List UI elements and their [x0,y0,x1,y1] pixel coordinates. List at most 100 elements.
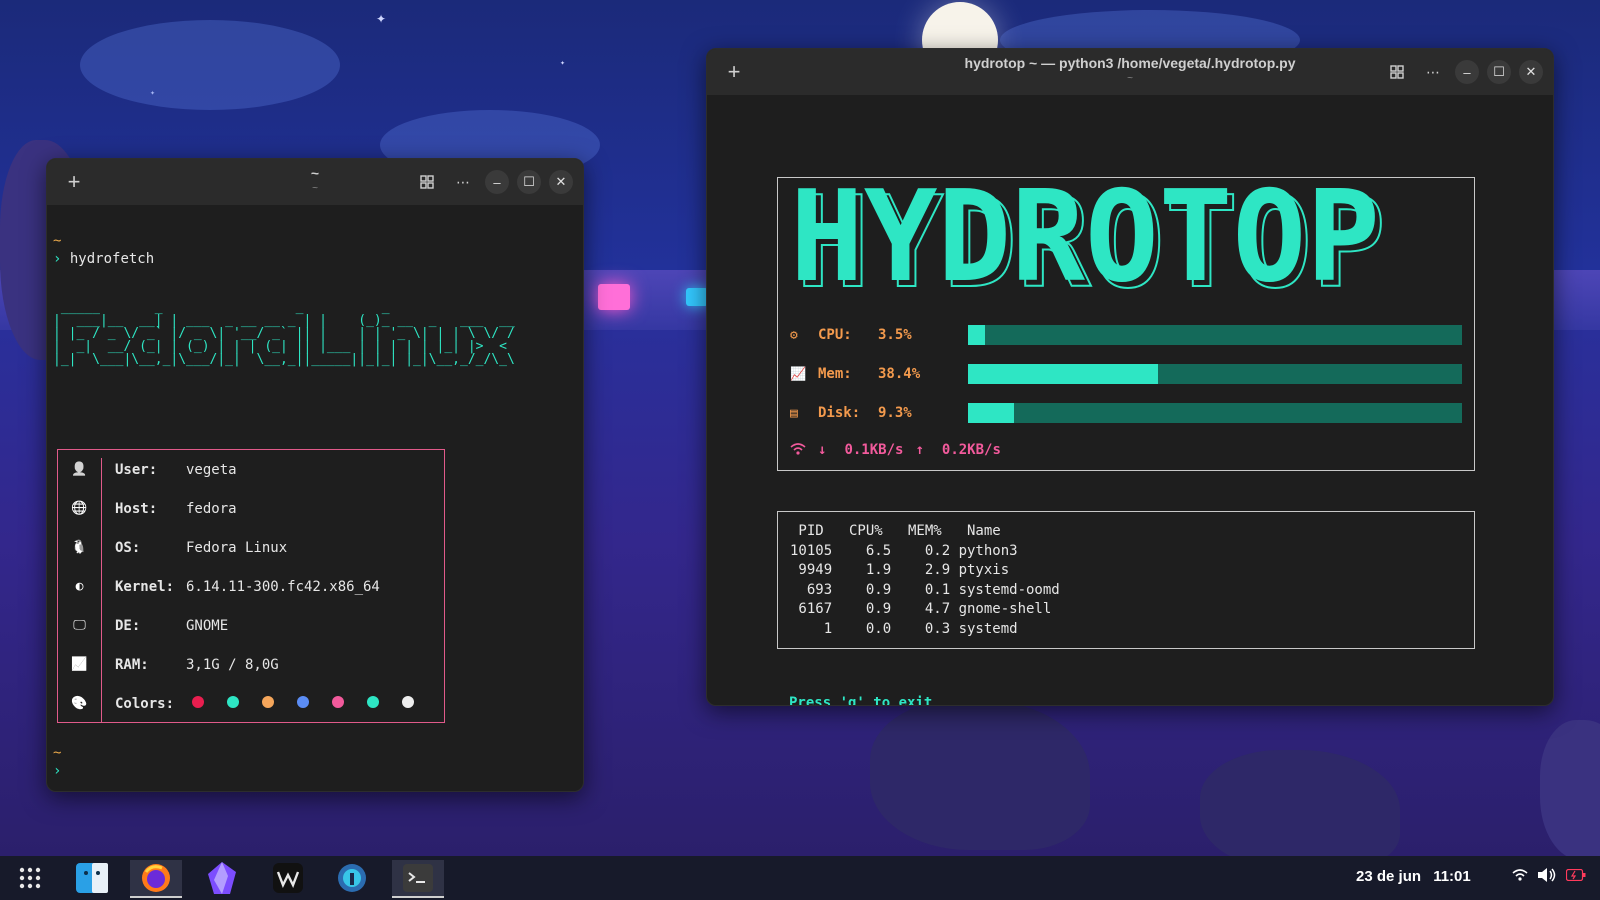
metric-row: 📈 Mem: 38.4% [790,363,1462,385]
info-key: Host: [115,500,158,517]
files-icon[interactable] [66,860,118,896]
color-dot [402,695,414,708]
color-dot [332,695,344,708]
info-key: Colors: [115,695,175,712]
titlebar[interactable]: + hydrotop ~ — python3 /home/vegeta/.hyd… [707,49,1553,95]
date-label: 23 de jun [1356,868,1422,885]
app-grid-icon[interactable] [4,860,56,896]
titlebar[interactable]: + ~ ~ ⋯ – ☐ ✕ [47,159,583,205]
close-button[interactable]: ✕ [1519,60,1543,84]
hydrofetch-terminal-window[interactable]: + ~ ~ ⋯ – ☐ ✕ ~ › hydrofetch _____ _ _ _… [46,158,584,792]
linux-icon: 🐧 [71,540,88,555]
info-row: 🌐 Host: fedora [58,489,444,528]
tab-overview-icon[interactable] [1383,58,1411,86]
usage-bar-fill [968,364,1158,384]
wifi-status-icon[interactable] [1512,868,1528,885]
rock [1200,750,1400,870]
logo-text: HYDROTOP [790,182,1380,298]
monitor-icon: 🖵 [73,618,86,633]
info-value: 6.14.11-300.fc42.x86_64 [186,578,380,595]
command-text: hydrofetch [69,251,155,267]
chart-icon: 📈 [71,657,88,672]
star: ✦ [376,12,387,26]
info-key: OS: [115,539,141,556]
hydrotop-header-box: HYDROTOP HYDROTOP ⚙ CPU: 3.5% 📈 Mem: 38.4% ▤ Di… [777,177,1475,471]
info-key: RAM: [115,656,149,673]
clock[interactable]: 23 de jun 11:01 [1356,868,1471,885]
info-row: 🖵 DE: GNOME [58,606,444,645]
info-value: vegeta [186,461,237,478]
metric-label: Mem: [818,366,852,382]
volume-icon[interactable] [1538,868,1556,885]
flatseal-icon[interactable] [326,860,378,896]
metric-row: ⚙ CPU: 3.5% [790,324,1462,346]
process-table-box: PID CPU% MEM% Name 10105 6.5 0.2 python3… [777,511,1475,649]
neon-sign-blue [686,288,708,306]
usage-bar [968,403,1462,423]
user-icon: 👤 [71,462,88,477]
cpu-icon: ⚙ [790,327,798,343]
menu-icon[interactable]: ⋯ [1419,58,1447,86]
download-arrow: ↓ [818,442,827,458]
terminal-content[interactable]: ~ › hydrofetch _____ _ _ _ | ___|__ __| … [47,205,583,791]
color-swatches [192,695,437,712]
rock [870,700,1090,850]
hydrotop-logo: HYDROTOP HYDROTOP [790,182,1387,298]
minimize-button[interactable]: – [1455,60,1479,84]
terminal-content[interactable]: HYDROTOP HYDROTOP ⚙ CPU: 3.5% 📈 Mem: 38.4% ▤ Di… [707,95,1553,705]
globe-icon: 🌐 [71,501,88,516]
palette-icon: 🎨 [71,696,88,711]
kernel-icon: ◐ [75,579,84,594]
system-info-box: 👤 User: vegeta 🌐 Host: fedora 🐧 OS: Fedora Linux… [57,449,445,723]
upload-rate: 0.2KB/s [941,442,1001,458]
star: ✦ [560,61,566,67]
color-dot [192,695,204,708]
metric-row: ▤ Disk: 9.3% [790,402,1462,424]
metric-value: 9.3% [878,405,912,421]
info-row: 👤 User: vegeta [58,450,444,489]
hydrotop-terminal-window[interactable]: + hydrotop ~ — python3 /home/vegeta/.hyd… [706,48,1554,706]
close-button[interactable]: ✕ [549,170,573,194]
info-value: 3,1G / 8,0G [186,656,279,673]
process-table: PID CPU% MEM% Name 10105 6.5 0.2 python3… [790,523,1060,637]
exit-hint: Press 'q' to exit [789,695,933,706]
menu-icon[interactable]: ⋯ [449,168,477,196]
usage-bar-fill [968,325,986,345]
info-value: fedora [186,500,237,517]
battery-icon[interactable] [1565,868,1586,884]
maximize-button[interactable]: ☐ [1487,60,1511,84]
info-key: User: [115,461,158,478]
wifi-icon [790,442,806,460]
maximize-button[interactable]: ☐ [517,170,541,194]
mem-icon: 📈 [790,366,807,382]
color-dot [367,695,379,708]
disk-icon: ▤ [790,405,798,421]
tab-overview-icon[interactable] [413,168,441,196]
info-row: ◐ Kernel: 6.14.11-300.fc42.x86_64 [58,567,444,606]
taskbar: 23 de jun 11:01 [0,856,1600,900]
metric-value: 38.4% [878,366,921,382]
network-stats: ↓ 0.1KB/s ↑ 0.2KB/s [790,442,1001,460]
metric-label: Disk: [818,405,861,421]
info-row: 🐧 OS: Fedora Linux [58,528,444,567]
cloud [80,20,340,110]
prompt-arrow: › [53,763,62,779]
info-value: GNOME [186,617,229,634]
obsidian-icon[interactable] [196,860,248,896]
prompt-tilde: ~ [53,233,62,249]
firefox-icon[interactable] [130,860,182,898]
color-dot [297,695,309,708]
info-key: DE: [115,617,141,634]
color-dot [227,695,239,708]
time-label: 11:01 [1433,868,1471,885]
info-row: 🎨 Colors: [58,684,444,723]
minimize-button[interactable]: – [485,170,509,194]
upload-arrow: ↑ [915,442,924,458]
fedora-ascii-logo: _____ _ _ _ | ___|__ __| | ___ _ __ __ _… [53,300,515,367]
metric-value: 3.5% [878,327,912,343]
neon-sign-pink [598,284,630,310]
terminal-icon[interactable] [392,860,444,898]
usage-bar [968,364,1462,384]
color-dot [262,695,274,708]
warp-icon[interactable] [262,860,314,896]
